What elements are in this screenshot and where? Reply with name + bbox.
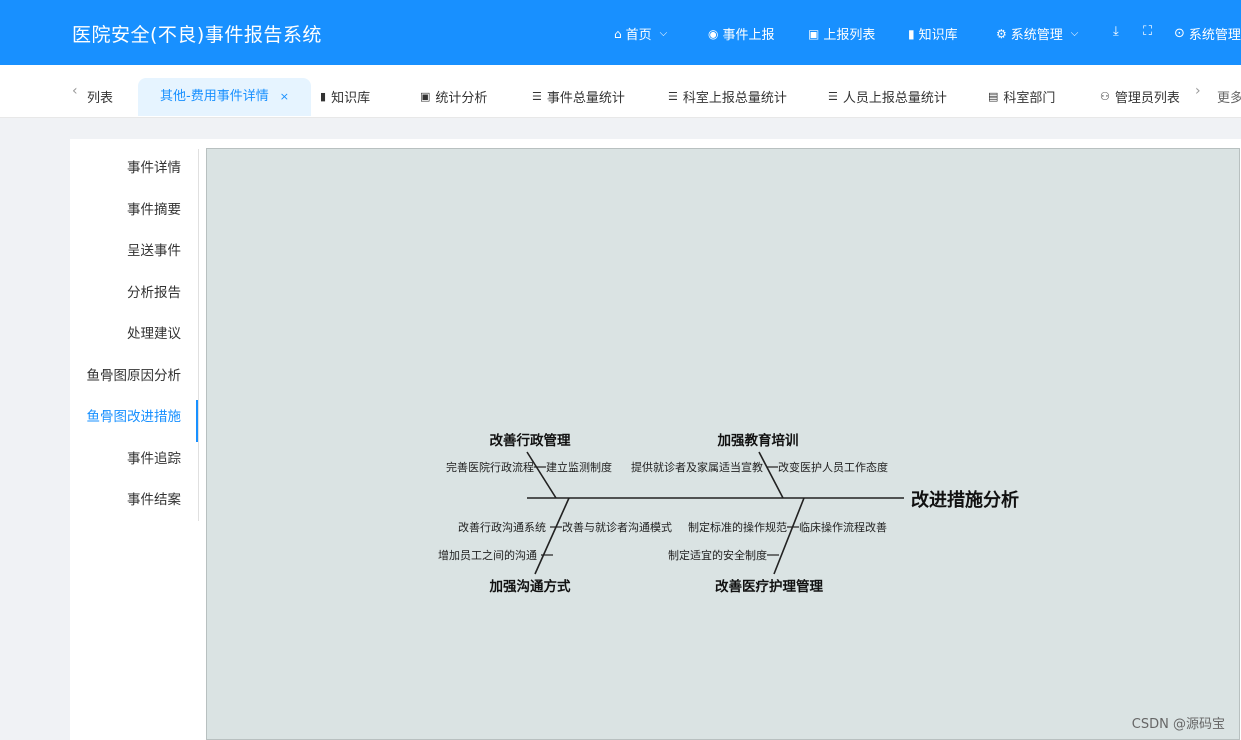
category-admin-title: 改善行政管理 [490,432,571,449]
top-bar: 医院安全(不良)事件报告系统 ⌂ 首页 ⌵ ◉ 事件上报 ▣ 上报列表 ▮ 知识… [0,0,1241,65]
tab-admins-label: 管理员列表 [1114,91,1180,106]
tab-list[interactable]: 列表 [87,87,113,106]
list-icon: ☰ [532,90,542,103]
user-menu-label: 系统管理 [1188,28,1241,43]
user-menu[interactable]: ⊙ 系统管理 [1174,24,1241,43]
cause-item: 完善医院行政流程 [446,460,534,474]
cause-item: 建立监测制度 [546,460,612,474]
tab-event-total-label: 事件总量统计 [546,91,625,106]
tab-event-detail[interactable]: 其他-费用事件详情 × [138,78,311,116]
tab-dept-total[interactable]: ☰ 科室上报总量统计 [668,87,787,106]
tab-departments-label: 科室部门 [1003,91,1056,106]
category-nursing-title: 改善医疗护理管理 [715,578,823,595]
nav-home[interactable]: ⌂ 首页 ⌵ [614,24,668,44]
menu-fishbone-cause[interactable]: 鱼骨图原因分析 [70,361,198,403]
tab-dept-total-label: 科室上报总量统计 [682,91,787,106]
tab-staff-total[interactable]: ☰ 人员上报总量统计 [828,87,947,106]
tab-knowledge-label: 知识库 [331,91,371,106]
category-communication-title: 加强沟通方式 [489,578,571,595]
nav-system[interactable]: ⚙ 系统管理 ⌵ [996,24,1079,44]
menu-analysis-report[interactable]: 分析报告 [70,278,198,320]
tabs-scroll-right-icon[interactable]: › [1195,83,1201,99]
home-icon: ⌂ [614,26,622,41]
book-icon: ▮ [320,90,327,103]
list-icon: ▣ [808,26,820,41]
menu-divider [198,149,199,521]
menu-submit-event[interactable]: 呈送事件 [70,236,198,278]
download-button[interactable]: ⤓ [1113,24,1119,39]
fishbone-diagram: 改进措施分析 改善行政管理 加强教育培训 加强沟通方式 改善医疗护理管理 完善医… [438,432,1019,595]
document-icon: ▤ [988,90,999,103]
gear-icon: ⚙ [996,26,1007,41]
user-icon: ⚇ [1100,90,1110,103]
chevron-down-icon: ⌵ [1070,28,1079,39]
tab-event-total[interactable]: ☰ 事件总量统计 [532,87,625,106]
menu-event-summary[interactable]: 事件摘要 [70,195,198,237]
content-panel: 事件详情 事件摘要 呈送事件 分析报告 处理建议 鱼骨图原因分析 鱼骨图改进措施… [70,139,1241,740]
tab-admins[interactable]: ⚇ 管理员列表 [1100,87,1180,106]
cause-item: 制定适宜的安全制度 [668,548,767,562]
book-icon: ▮ [908,26,915,41]
menu-event-detail[interactable]: 事件详情 [70,153,198,195]
user-icon: ⊙ [1174,26,1185,41]
nav-system-label: 系统管理 [1010,28,1063,43]
chevron-down-icon: ⌵ [659,28,668,39]
fullscreen-icon: ⛶ [1143,24,1153,39]
cause-item: 临床操作流程改善 [799,520,887,534]
tab-departments[interactable]: ▤ 科室部门 [988,87,1055,106]
tabs-bar: ‹ 列表 其他-费用事件详情 × ▮ 知识库 ▣ 统计分析 ☰ 事件总量统计 ☰… [0,65,1241,118]
side-menu: 事件详情 事件摘要 呈送事件 分析报告 处理建议 鱼骨图原因分析 鱼骨图改进措施… [70,153,198,527]
tab-staff-total-label: 人员上报总量统计 [842,91,947,106]
nav-report-list-label: 上报列表 [823,28,876,43]
menu-fishbone-improve[interactable]: 鱼骨图改进措施 [70,400,198,444]
cause-item: 提供就诊者及家属适当宣教 [631,460,763,474]
cause-item: 改善与就诊者沟通模式 [562,520,672,534]
menu-event-close[interactable]: 事件结案 [70,485,198,527]
cause-item: 改变医护人员工作态度 [778,460,888,474]
download-icon: ⤓ [1113,24,1119,39]
tab-list-label: 列表 [87,91,114,106]
report-icon: ◉ [708,26,719,41]
fishbone-head: 改进措施分析 [911,489,1019,511]
tab-event-detail-label: 其他-费用事件详情 [160,89,269,104]
nav-knowledge[interactable]: ▮ 知识库 [908,24,958,44]
nav-home-label: 首页 [625,28,652,43]
nav-report-list[interactable]: ▣ 上报列表 [808,24,876,44]
nav-report-event-label: 事件上报 [722,28,775,43]
nav-report-event[interactable]: ◉ 事件上报 [708,24,775,44]
bone-bottom-left [534,497,570,575]
fullscreen-button[interactable]: ⛶ [1143,24,1152,39]
tabs-more-label: 更多 [1217,91,1241,106]
bone-bottom-right [773,497,805,575]
close-icon[interactable]: × [280,78,289,116]
app-title: 医院安全(不良)事件报告系统 [72,24,322,46]
tabs-scroll-left-icon[interactable]: ‹ [72,83,78,99]
cause-item: 制定标准的操作规范 [688,520,787,534]
tab-knowledge[interactable]: ▮ 知识库 [320,87,370,106]
tab-statistics-label: 统计分析 [435,91,488,106]
bone-top-right [758,451,784,499]
tab-statistics[interactable]: ▣ 统计分析 [420,87,487,106]
menu-suggestions[interactable]: 处理建议 [70,319,198,361]
cause-item: 增加员工之间的沟通 [438,548,537,562]
menu-event-tracking[interactable]: 事件追踪 [70,444,198,486]
cause-item: 改善行政沟通系统 [458,520,546,534]
chart-icon: ▣ [420,90,431,103]
bone-top-left [526,451,557,499]
nav-knowledge-label: 知识库 [918,28,958,43]
tabs-more[interactable]: 更多 [1217,87,1241,106]
watermark: CSDN @源码宝 [1131,717,1225,732]
list-icon: ☰ [668,90,678,103]
list-icon: ☰ [828,90,838,103]
fishbone-canvas: 改进措施分析 改善行政管理 加强教育培训 加强沟通方式 改善医疗护理管理 完善医… [206,148,1240,740]
category-training-title: 加强教育培训 [717,432,799,449]
